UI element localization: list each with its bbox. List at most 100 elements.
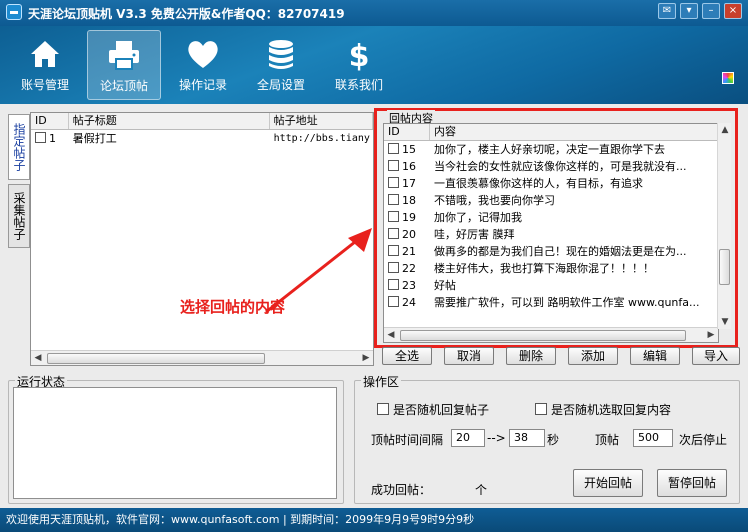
reply-id: 18	[402, 194, 416, 207]
nav-item-settings[interactable]: 全局设置	[244, 30, 318, 100]
table-row[interactable]: 19 加你了，记得加我	[384, 209, 718, 226]
table-row[interactable]: 15 加你了，楼主人好亲切呢，决定一直跟你学下去	[384, 141, 718, 158]
scroll-left-icon[interactable]: ◀	[386, 330, 396, 340]
reply-text: 当今社会的女性就应该像你这样的，可是我就没有...	[434, 160, 687, 173]
interval-min-input[interactable]: 20	[451, 429, 485, 447]
column-header[interactable]: ID	[31, 113, 69, 129]
interval-max-input[interactable]: 38	[509, 429, 545, 447]
column-header[interactable]: 帖子标题	[69, 113, 270, 129]
operations-legend: 操作区	[361, 373, 402, 390]
checkbox-label: 是否随机回复帖子	[393, 403, 490, 417]
nav-item-contact[interactable]: $ 联系我们	[322, 30, 396, 100]
table-row[interactable]: 17 一直很羡慕像你这样的人，有目标，有追求	[384, 175, 718, 192]
scroll-right-icon[interactable]: ▶	[361, 353, 371, 363]
scroll-down-icon[interactable]: ▼	[718, 317, 732, 327]
operations-group: 操作区 是否随机回复帖子 是否随机选取回复内容 顶帖时间间隔 20 --> 38…	[354, 373, 740, 504]
menu-icon[interactable]: ▾	[680, 3, 698, 19]
scroll-thumb[interactable]	[400, 330, 686, 341]
post-title: 暑假打工	[72, 132, 117, 145]
post-list-header: ID 帖子标题 帖子地址	[31, 113, 373, 130]
minimize-button[interactable]: –	[702, 3, 720, 19]
reply-id: 16	[402, 160, 416, 173]
checkbox-label: 是否随机选取回复内容	[551, 403, 672, 417]
column-header[interactable]: ID	[384, 124, 430, 140]
tab-specified-posts[interactable]: 指定帖子	[8, 114, 30, 180]
scroll-thumb[interactable]	[719, 249, 730, 285]
reply-id: 19	[402, 211, 416, 224]
column-header[interactable]: 帖子地址	[270, 113, 373, 129]
select-all-button[interactable]: 全选	[382, 347, 432, 365]
tab-collect-posts[interactable]: 采集帖子	[8, 184, 30, 248]
table-row[interactable]: 22 楼主好伟大，我也打算下海跟你混了！！！！	[384, 260, 718, 277]
post-id: 1	[49, 132, 56, 145]
run-status-group: 运行状态	[8, 373, 344, 504]
row-checkbox[interactable]	[388, 211, 399, 222]
row-checkbox[interactable]	[388, 228, 399, 239]
row-checkbox[interactable]	[388, 262, 399, 273]
reply-rows: 15 加你了，楼主人好亲切呢，决定一直跟你学下去 16 当今社会的女性就应该像你这样的…	[384, 141, 718, 311]
nav-item-accounts[interactable]: 账号管理	[8, 30, 82, 100]
checkbox-box[interactable]	[377, 403, 389, 415]
table-row[interactable]: 21 做再多的都是为我们自己！现在的婚姻法更是在为...	[384, 243, 718, 260]
scroll-up-icon[interactable]: ▲	[718, 125, 732, 135]
side-tabs: 指定帖子 采集帖子	[8, 114, 30, 252]
delete-button[interactable]: 删除	[506, 347, 556, 365]
close-button[interactable]: ×	[724, 3, 742, 19]
column-header[interactable]: 内容	[430, 124, 718, 140]
checkbox-box[interactable]	[535, 403, 547, 415]
home-icon	[31, 41, 59, 67]
pause-reply-button[interactable]: 暂停回帖	[657, 469, 727, 497]
row-checkbox[interactable]	[388, 194, 399, 205]
table-row[interactable]: 18 不错哦，我也要向你学习	[384, 192, 718, 209]
row-checkbox[interactable]	[388, 160, 399, 171]
run-status-log[interactable]	[13, 387, 337, 499]
top-count-input[interactable]: 500	[633, 429, 673, 447]
reply-text: 好帖	[434, 279, 456, 292]
skin-icon[interactable]	[722, 72, 734, 84]
reply-id: 22	[402, 262, 416, 275]
edit-button[interactable]: 编辑	[630, 347, 680, 365]
import-button[interactable]: 导入	[692, 347, 740, 365]
random-reply-checkbox[interactable]: 是否随机选取回复内容	[535, 401, 671, 418]
status-bar: 欢迎使用天涯顶贴机，软件官网：www.qunfasoft.com | 到期时间：…	[0, 508, 748, 532]
reply-content-group: 回帖内容 ID 内容 15 加你了，楼主人好亲切呢，决定一直跟你学下去 16 当今社会…	[374, 108, 738, 348]
scroll-right-icon[interactable]: ▶	[706, 330, 716, 340]
interval-arrow: -->	[487, 431, 506, 445]
reply-list: ID 内容 15 加你了，楼主人好亲切呢，决定一直跟你学下去 16 当今社会的女性就应…	[383, 123, 719, 343]
chat-icon[interactable]: ✉	[658, 3, 676, 19]
table-row[interactable]: 23 好帖	[384, 277, 718, 294]
app-icon	[6, 4, 22, 20]
table-row[interactable]: 20 哇，好厉害 膜拜	[384, 226, 718, 243]
reply-text: 一直很羡慕像你这样的人，有目标，有追求	[434, 177, 643, 190]
vertical-scrollbar[interactable]: ▲ ▼	[717, 123, 731, 329]
success-label: 成功回帖：	[371, 483, 432, 497]
row-checkbox[interactable]	[388, 296, 399, 307]
scroll-thumb[interactable]	[47, 353, 265, 364]
svg-text:$: $	[349, 39, 370, 72]
dollar-icon: $	[349, 39, 370, 72]
row-checkbox[interactable]	[388, 279, 399, 290]
reply-list-header: ID 内容	[384, 124, 718, 141]
reply-actions: 全选 取消 删除 添加 编辑 导入	[382, 347, 740, 365]
reply-text: 做再多的都是为我们自己！现在的婚姻法更是在为...	[434, 245, 687, 258]
reply-text: 哇，好厉害 膜拜	[434, 228, 515, 241]
cancel-button[interactable]: 取消	[444, 347, 494, 365]
row-checkbox[interactable]	[388, 177, 399, 188]
scroll-left-icon[interactable]: ◀	[33, 353, 43, 363]
row-checkbox[interactable]	[388, 143, 399, 154]
nav-item-forum-bump[interactable]: 论坛顶帖	[87, 30, 161, 100]
horizontal-scrollbar[interactable]: ◀ ▶	[31, 350, 373, 365]
horizontal-scrollbar[interactable]: ◀ ▶	[384, 327, 718, 342]
add-button[interactable]: 添加	[568, 347, 618, 365]
post-url: http://bbs.tiany	[273, 133, 370, 144]
nav-item-records[interactable]: 操作记录	[166, 30, 240, 100]
random-post-checkbox[interactable]: 是否随机回复帖子	[377, 401, 489, 418]
start-reply-button[interactable]: 开始回帖	[573, 469, 643, 497]
table-row[interactable]: 1 暑假打工 http://bbs.tiany	[31, 130, 373, 147]
row-checkbox[interactable]	[35, 132, 46, 143]
reply-id: 15	[402, 143, 416, 156]
table-row[interactable]: 16 当今社会的女性就应该像你这样的，可是我就没有...	[384, 158, 718, 175]
row-checkbox[interactable]	[388, 245, 399, 256]
reply-text: 加你了，记得加我	[434, 211, 522, 224]
table-row[interactable]: 24 需要推广软件，可以到 路明软件工作室 www.qunfa...	[384, 294, 718, 311]
